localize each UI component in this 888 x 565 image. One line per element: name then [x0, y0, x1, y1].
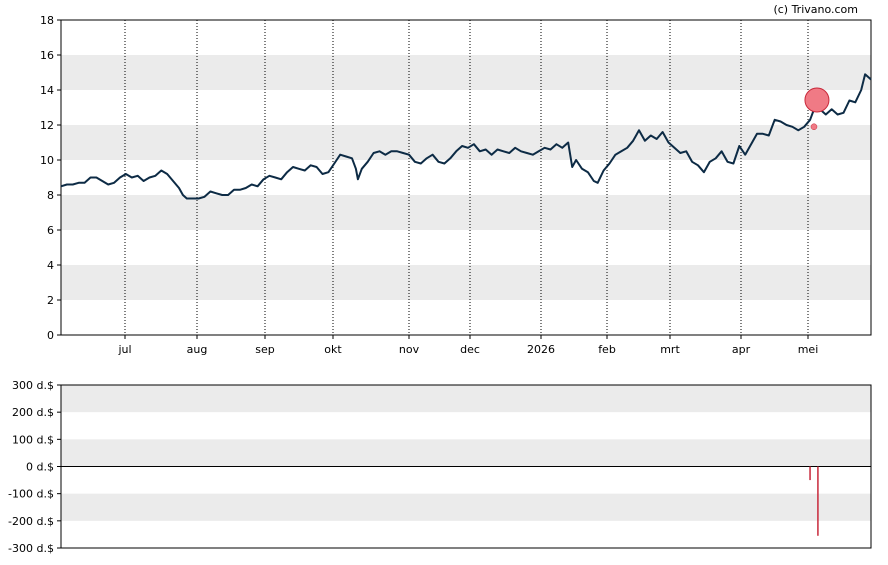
transaction-chart-panel: 300 d.$ 200 d.$ 100 d.$ 0 d.$ -100 d.$ -200 d… [8, 379, 872, 555]
x-tick-label: mei [798, 343, 819, 356]
price-grid-band [61, 195, 871, 230]
x-tick-label: jul [117, 343, 131, 356]
y-tick-label: 200 d.$ [12, 406, 54, 419]
x-tick-label: nov [399, 343, 420, 356]
price-x-axis: jul aug sep okt nov dec 2026 feb mrt apr mei [117, 335, 818, 356]
price-y-axis: 0 2 4 6 8 10 12 14 16 18 [40, 14, 61, 342]
x-tick-label: apr [732, 343, 751, 356]
x-tick-label: 2026 [527, 343, 555, 356]
credit-label: (c) Trivano.com [773, 3, 858, 16]
transaction-grid-band [61, 493, 871, 521]
y-tick-label: 6 [47, 224, 54, 237]
price-grid-band [61, 125, 871, 160]
y-tick-label: 300 d.$ [12, 379, 54, 392]
transaction-markers [804, 87, 830, 130]
price-grid-bands [61, 55, 871, 300]
y-tick-label: 10 [40, 154, 54, 167]
y-tick-label: -200 d.$ [8, 515, 54, 528]
price-grid-band [61, 265, 871, 300]
y-tick-label: -300 d.$ [8, 542, 54, 555]
x-tick-label: okt [324, 343, 342, 356]
x-tick-label: feb [598, 343, 616, 356]
y-tick-label: 100 d.$ [12, 433, 54, 446]
price-grid-band [61, 55, 871, 90]
y-tick-label: 14 [40, 84, 54, 97]
transaction-grid-band [61, 439, 871, 467]
transaction-y-axis: 300 d.$ 200 d.$ 100 d.$ 0 d.$ -100 d.$ -200 d… [8, 379, 61, 555]
y-tick-label: 0 [47, 329, 54, 342]
transaction-marker-large [804, 87, 830, 113]
y-tick-label: 2 [47, 294, 54, 307]
chart-canvas: 0 2 4 6 8 10 12 14 16 18 jul aug sep okt nov dec 2026 fe… [8, 3, 872, 555]
x-tick-label: aug [187, 343, 208, 356]
y-tick-label: 18 [40, 14, 54, 27]
transaction-grid-bands [61, 385, 871, 521]
y-tick-label: 8 [47, 189, 54, 202]
x-tick-label: mrt [660, 343, 680, 356]
price-chart-panel: 0 2 4 6 8 10 12 14 16 18 jul aug sep okt nov dec 2026 fe… [40, 14, 872, 356]
y-tick-label: 0 d.$ [26, 461, 54, 474]
y-tick-label: 16 [40, 49, 54, 62]
transaction-marker-small [810, 123, 818, 130]
x-tick-label: dec [460, 343, 480, 356]
y-tick-label: 4 [47, 259, 54, 272]
y-tick-label: -100 d.$ [8, 488, 54, 501]
y-tick-label: 12 [40, 119, 54, 132]
transaction-grid-band [61, 385, 871, 413]
x-tick-label: sep [255, 343, 274, 356]
